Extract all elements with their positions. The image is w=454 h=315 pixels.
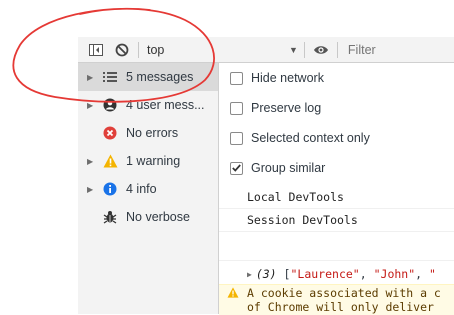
sidebar-item-errors[interactable]: No errors (78, 119, 218, 147)
sidebar-toggle-icon (89, 43, 103, 56)
console-message-empty (219, 232, 454, 261)
chevron-down-icon[interactable]: ▼ (289, 45, 298, 55)
toolbar-divider (303, 41, 305, 58)
warning-line: of Chrome will only deliver (247, 300, 434, 314)
console-toolbar: top ▼ (78, 37, 454, 63)
filter-input[interactable] (347, 42, 408, 57)
warning-text: A cookie associated with a c of Chrome w… (247, 286, 441, 314)
eye-icon (313, 45, 328, 54)
array-item: "John" (373, 267, 416, 281)
toolbar-divider (336, 41, 338, 58)
array-item: " (429, 267, 436, 281)
clear-console-button[interactable] (112, 40, 132, 60)
sidebar-item-warnings[interactable]: ▶ 1 warning (78, 147, 218, 175)
info-icon (102, 181, 118, 197)
expand-arrow-icon[interactable]: ▶ (247, 270, 252, 279)
array-item: "Laurence" (290, 267, 360, 281)
array-count: (3) (255, 267, 277, 281)
sidebar-item-label: 4 info (126, 182, 157, 196)
toolbar-divider (138, 41, 139, 58)
hide-network-checkbox[interactable] (230, 71, 243, 85)
warning-icon (102, 153, 118, 169)
expand-arrow-icon[interactable]: ▶ (87, 73, 93, 82)
preserve-log-label: Preserve log (251, 101, 322, 115)
hide-network-setting[interactable]: Hide network (219, 63, 454, 93)
console-output: Local DevTools Session DevTools ▶ (3) ["… (219, 186, 454, 315)
cookie-warning-message[interactable]: A cookie associated with a c of Chrome w… (219, 284, 454, 315)
warning-line: A cookie associated with a c (247, 286, 441, 300)
expand-arrow-icon[interactable]: ▶ (87, 157, 93, 166)
preserve-log-checkbox[interactable] (230, 101, 243, 115)
hide-network-label: Hide network (251, 71, 324, 85)
show-sidebar-button[interactable] (86, 40, 106, 60)
sidebar-item-label: 1 warning (126, 154, 181, 168)
expand-arrow-icon[interactable]: ▶ (87, 101, 93, 110)
context-selector[interactable]: top (147, 43, 287, 57)
live-expression-button[interactable] (311, 40, 331, 60)
checkmark-icon (232, 164, 241, 172)
console-message: Session DevTools (219, 209, 454, 232)
selected-context-label: Selected context only (251, 131, 370, 145)
user-icon (102, 97, 118, 113)
console-sidebar: ▶ 5 messages ▶ 4 user mess... No errors … (78, 63, 219, 314)
sidebar-item-verbose[interactable]: No verbose (78, 203, 218, 231)
array-bracket: [ (283, 267, 291, 281)
selected-context-setting[interactable]: Selected context only (219, 123, 454, 153)
console-settings: Hide network Preserve log Selected conte… (219, 63, 454, 183)
group-similar-label: Group similar (251, 161, 326, 175)
sidebar-item-label: 5 messages (126, 70, 194, 84)
selected-context-checkbox[interactable] (230, 131, 243, 145)
sidebar-item-info[interactable]: ▶ 4 info (78, 175, 218, 203)
bug-icon (102, 209, 118, 225)
sidebar-item-label: 4 user mess... (126, 98, 205, 112)
list-icon (102, 69, 118, 85)
sidebar-item-messages[interactable]: ▶ 5 messages (78, 63, 218, 91)
clear-icon (115, 43, 129, 56)
console-message: Local DevTools (219, 186, 454, 209)
group-similar-checkbox[interactable] (230, 161, 243, 175)
sidebar-item-label: No verbose (126, 210, 190, 224)
preserve-log-setting[interactable]: Preserve log (219, 93, 454, 123)
error-icon (102, 125, 118, 141)
warning-icon (227, 287, 239, 301)
sidebar-item-user-messages[interactable]: ▶ 4 user mess... (78, 91, 218, 119)
expand-arrow-icon[interactable]: ▶ (87, 185, 93, 194)
group-similar-setting[interactable]: Group similar (219, 153, 454, 183)
sidebar-item-label: No errors (126, 126, 179, 140)
